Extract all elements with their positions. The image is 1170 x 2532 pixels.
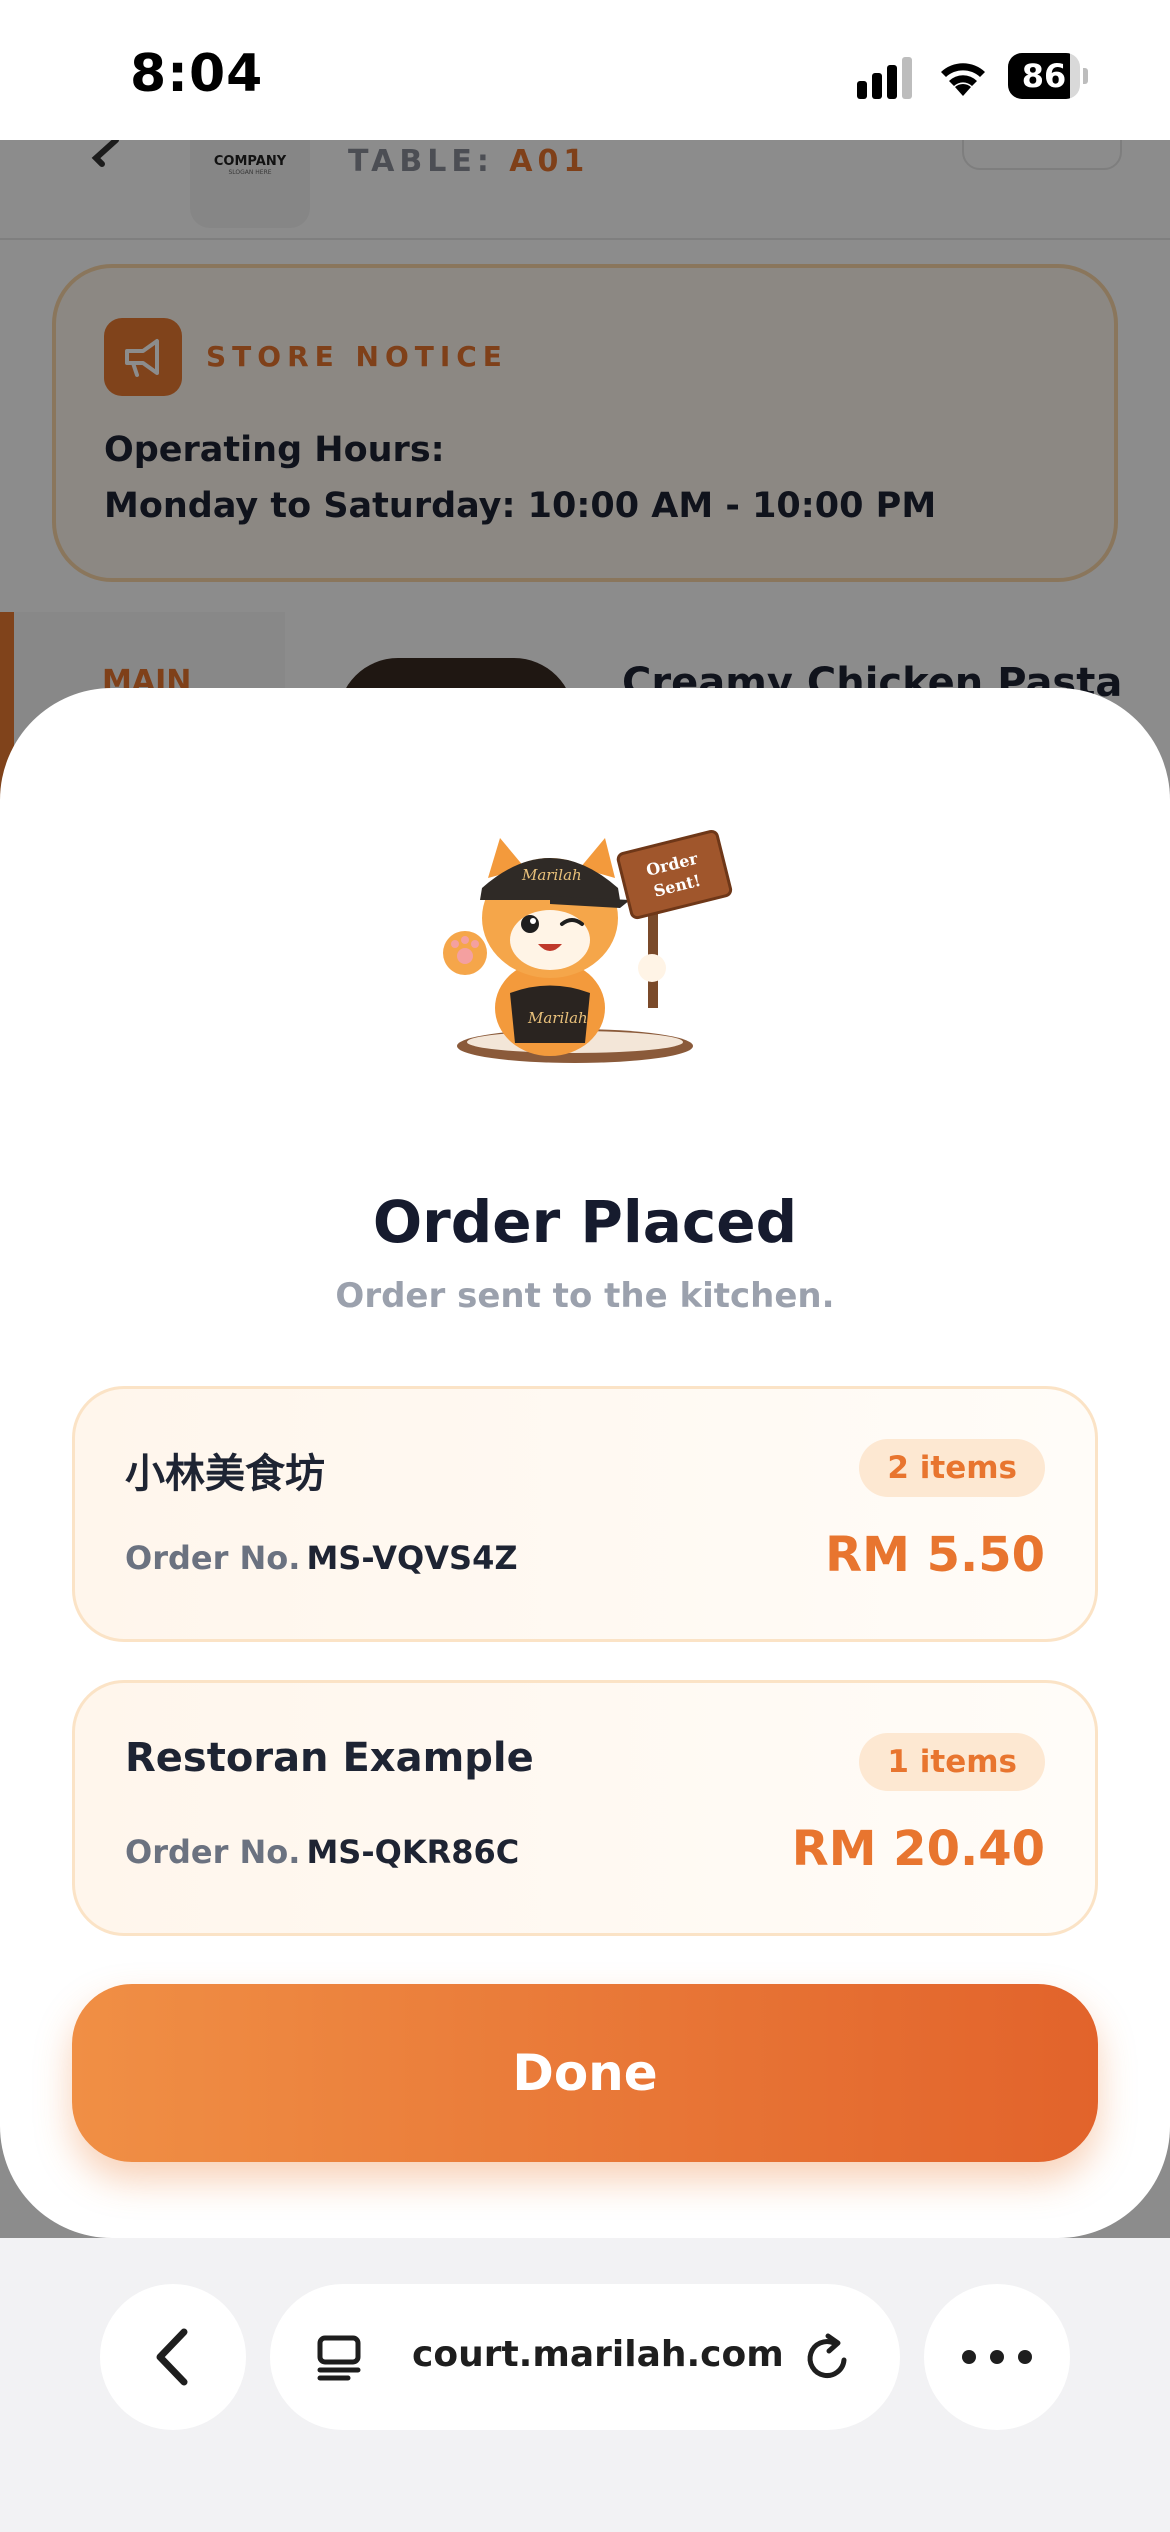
order-number: Order No. MS-QKR86C (125, 1833, 520, 1871)
tabs-overview-icon[interactable] (314, 2332, 366, 2384)
order-amount: RM 5.50 (825, 1527, 1045, 1583)
ellipsis-icon (962, 2350, 1032, 2364)
url-text[interactable]: court.marilah.com (412, 2334, 784, 2375)
address-bar[interactable]: court.marilah.com (270, 2284, 900, 2430)
cellular-signal-icon (857, 57, 912, 99)
done-button[interactable]: Done (72, 1984, 1098, 2162)
status-time: 8:04 (130, 44, 264, 104)
sheet-title: Order Placed (372, 1188, 798, 1256)
order-number: Order No. MS-VQVS4Z (125, 1539, 518, 1577)
order-card: 小林美食坊 2 items Order No. MS-VQVS4Z RM 5.50 (72, 1386, 1098, 1642)
svg-text:Marilah: Marilah (521, 866, 582, 884)
chevron-left-icon (156, 2328, 188, 2386)
store-name: 小林美食坊 (125, 1451, 325, 1497)
status-bar: 8:04 86 (0, 0, 1170, 140)
order-amount: RM 20.40 (791, 1821, 1045, 1877)
browser-toolbar: court.marilah.com (0, 2238, 1170, 2532)
wifi-icon (941, 63, 985, 96)
order-placed-sheet: Marilah Marilah Order Sent! Order Placed… (0, 688, 1170, 2238)
cat-mascot-illustration: Marilah Marilah Order Sent! (443, 829, 733, 1063)
order-card: Restoran Example 1 items Order No. MS-QKR… (72, 1680, 1098, 1936)
battery-indicator: 86 (1008, 53, 1088, 99)
more-options-button[interactable] (924, 2284, 1070, 2430)
battery-level: 86 (1021, 57, 1067, 95)
reload-icon[interactable] (800, 2330, 856, 2386)
sheet-subtitle: Order sent to the kitchen. (335, 1276, 835, 1316)
svg-text:Marilah: Marilah (527, 1009, 588, 1027)
store-name: Restoran Example (125, 1735, 534, 1781)
items-count-badge: 2 items (859, 1439, 1045, 1497)
items-count-badge: 1 items (859, 1733, 1045, 1791)
browser-back-button[interactable] (100, 2284, 246, 2430)
